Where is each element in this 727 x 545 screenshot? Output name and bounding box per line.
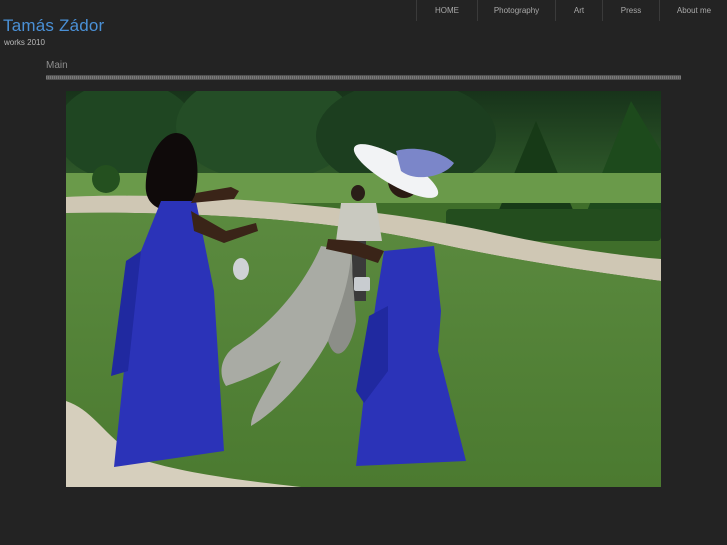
nav-home[interactable]: HOME xyxy=(416,0,477,21)
nav-art[interactable]: Art xyxy=(555,0,602,21)
main-nav: HOME Photography Art Press About me xyxy=(416,0,727,21)
section-divider xyxy=(46,75,681,80)
featured-photo[interactable] xyxy=(66,91,661,487)
section-title: Main xyxy=(46,60,68,71)
site-subtitle: works 2010 xyxy=(4,38,45,47)
nav-photography[interactable]: Photography xyxy=(477,0,555,21)
site-title[interactable]: Tamás Zádor xyxy=(3,16,104,36)
nav-press[interactable]: Press xyxy=(602,0,659,21)
nav-about-me[interactable]: About me xyxy=(659,0,727,21)
photo-illustration xyxy=(66,91,661,487)
